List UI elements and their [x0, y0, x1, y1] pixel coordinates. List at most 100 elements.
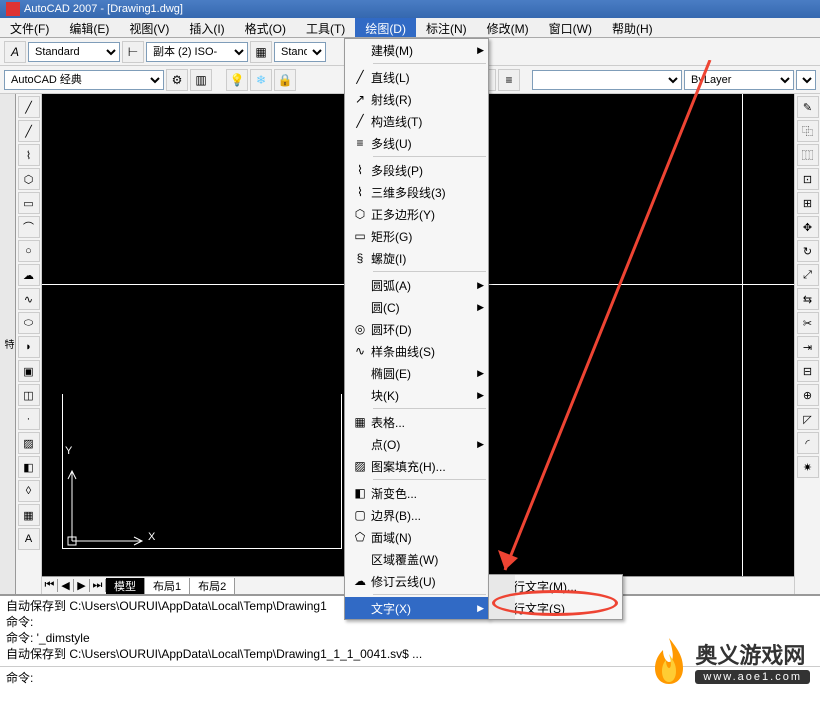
- tablestyle-select[interactable]: Standar: [274, 42, 326, 62]
- offset-tool[interactable]: ⊡: [797, 168, 819, 190]
- menu-help[interactable]: 帮助(H): [602, 18, 663, 37]
- menu-edit[interactable]: 编辑(E): [59, 18, 119, 37]
- menu-item-g[interactable]: ▭矩形(G): [345, 225, 488, 247]
- menu-item-u[interactable]: ☁修订云线(U): [345, 570, 488, 592]
- menu-item-c[interactable]: 圆(C)▶: [345, 296, 488, 318]
- move-tool[interactable]: ✥: [797, 216, 819, 238]
- menu-item-m[interactable]: 建模(M)▶: [345, 39, 488, 61]
- array-tool[interactable]: ⊞: [797, 192, 819, 214]
- layer-color-select[interactable]: [532, 70, 682, 90]
- menu-item-x[interactable]: 文字(X)▶: [345, 597, 488, 619]
- menu-item-h[interactable]: ▨图案填充(H)...: [345, 455, 488, 477]
- textstyle-select[interactable]: Standard: [28, 42, 120, 62]
- copy-tool[interactable]: ⿻: [797, 120, 819, 142]
- menu-tools[interactable]: 工具(T): [296, 18, 355, 37]
- command-prompt: 命令:: [6, 671, 33, 685]
- tab-nav-last[interactable]: ⏭: [90, 579, 106, 592]
- blank-icon: [349, 386, 371, 404]
- submenu-arrow-icon: ▶: [477, 302, 484, 313]
- fillet-tool[interactable]: ◜: [797, 432, 819, 454]
- ellipsearc-tool[interactable]: ◗: [18, 336, 40, 358]
- rectangle-tool[interactable]: ▭: [18, 192, 40, 214]
- tab-nav-prev[interactable]: ◀: [58, 579, 74, 592]
- polygon-tool[interactable]: ⬡: [18, 168, 40, 190]
- menubar: 文件(F) 编辑(E) 视图(V) 插入(I) 格式(O) 工具(T) 绘图(D…: [0, 18, 820, 38]
- menu-item-[interactable]: ▦表格...: [345, 411, 488, 433]
- dimstyle-select[interactable]: 副本 (2) ISO-: [146, 42, 248, 62]
- menu-item-s[interactable]: ∿样条曲线(S): [345, 340, 488, 362]
- break-tool[interactable]: ⊟: [797, 360, 819, 382]
- join-tool[interactable]: ⊕: [797, 384, 819, 406]
- menu-item-i[interactable]: §螺旋(I): [345, 247, 488, 269]
- spline-tool[interactable]: ∿: [18, 288, 40, 310]
- menu-item-[interactable]: ⌇三维多段线(3): [345, 181, 488, 203]
- properties-palette-tab[interactable]: 特: [0, 94, 16, 594]
- tablestyle-button[interactable]: ▦: [250, 41, 272, 63]
- workspace-select[interactable]: AutoCAD 经典: [4, 70, 164, 90]
- hatch-tool[interactable]: ▨: [18, 432, 40, 454]
- dimstyle-button[interactable]: ⊢: [122, 41, 144, 63]
- trim-tool[interactable]: ✂: [797, 312, 819, 334]
- circle-tool[interactable]: ○: [18, 240, 40, 262]
- revcloud-tool[interactable]: ☁: [18, 264, 40, 286]
- mirror-tool[interactable]: ⿲: [797, 144, 819, 166]
- point-tool[interactable]: ·: [18, 408, 40, 430]
- menu-item-[interactable]: ◧渐变色...: [345, 482, 488, 504]
- toolpalette-button[interactable]: ▥: [190, 69, 212, 91]
- menu-draw[interactable]: 绘图(D): [355, 18, 416, 37]
- tab-layout1[interactable]: 布局1: [145, 578, 190, 594]
- explode-tool[interactable]: ✷: [797, 456, 819, 478]
- menu-item-r[interactable]: ↗射线(R): [345, 88, 488, 110]
- menu-item-d[interactable]: ◎圆环(D): [345, 318, 488, 340]
- menu-item-k[interactable]: 块(K)▶: [345, 384, 488, 406]
- menu-view[interactable]: 视图(V): [119, 18, 179, 37]
- menu-item-n[interactable]: ⬠面域(N): [345, 526, 488, 548]
- menu-format[interactable]: 格式(O): [235, 18, 296, 37]
- menu-file[interactable]: 文件(F): [0, 18, 59, 37]
- bylayer-select[interactable]: ByLayer: [684, 70, 794, 90]
- tab-nav-first[interactable]: ⏮: [42, 579, 58, 592]
- menu-modify[interactable]: 修改(M): [477, 18, 539, 37]
- tab-layout2[interactable]: 布局2: [190, 578, 235, 594]
- menu-dim[interactable]: 标注(N): [416, 18, 477, 37]
- textstyle-button[interactable]: A: [4, 41, 26, 63]
- line-tool[interactable]: ╱: [18, 96, 40, 118]
- menu-item-w[interactable]: 区域覆盖(W): [345, 548, 488, 570]
- pline-tool[interactable]: ⌇: [18, 144, 40, 166]
- menu-item-e[interactable]: 椭圆(E)▶: [345, 362, 488, 384]
- layer-freeze-icon[interactable]: ❄: [250, 69, 272, 91]
- tab-nav-next[interactable]: ▶: [74, 579, 90, 592]
- menu-item-u[interactable]: ≡多线(U): [345, 132, 488, 154]
- stretch-tool[interactable]: ⇆: [797, 288, 819, 310]
- table-tool[interactable]: ▦: [18, 504, 40, 526]
- menu-item-o[interactable]: 点(O)▶: [345, 433, 488, 455]
- extend-tool[interactable]: ⇥: [797, 336, 819, 358]
- ellipse-tool[interactable]: ⬭: [18, 312, 40, 334]
- menu-item-t[interactable]: ╱构造线(T): [345, 110, 488, 132]
- layer-lock-icon[interactable]: 🔒: [274, 69, 296, 91]
- region-tool[interactable]: ◊: [18, 480, 40, 502]
- make-block-tool[interactable]: ◫: [18, 384, 40, 406]
- scale-tool[interactable]: ⤢: [797, 264, 819, 286]
- menu-item-a[interactable]: 圆弧(A)▶: [345, 274, 488, 296]
- chamfer-tool[interactable]: ◸: [797, 408, 819, 430]
- menu-item-b[interactable]: ▢边界(B)...: [345, 504, 488, 526]
- menu-item-y[interactable]: ⬡正多边形(Y): [345, 203, 488, 225]
- layer-lightbulb-icon[interactable]: 💡: [226, 69, 248, 91]
- menu-window[interactable]: 窗口(W): [539, 18, 602, 37]
- menu-insert[interactable]: 插入(I): [179, 18, 234, 37]
- workspace-settings-button[interactable]: ⚙: [166, 69, 188, 91]
- menu-item-p[interactable]: ⌇多段线(P): [345, 159, 488, 181]
- lineweight-icon[interactable]: ≡: [498, 69, 520, 91]
- arc-tool[interactable]: ⌒: [18, 216, 40, 238]
- insert-block-tool[interactable]: ▣: [18, 360, 40, 382]
- lineweight-select[interactable]: —: [796, 70, 816, 90]
- flame-icon: [649, 636, 689, 686]
- menu-item-l[interactable]: ╱直线(L): [345, 66, 488, 88]
- rotate-tool[interactable]: ↻: [797, 240, 819, 262]
- tab-model[interactable]: 模型: [106, 578, 145, 594]
- mtext-tool[interactable]: A: [18, 528, 40, 550]
- gradient-tool[interactable]: ◧: [18, 456, 40, 478]
- erase-tool[interactable]: ✎: [797, 96, 819, 118]
- xline-tool[interactable]: ╱: [18, 120, 40, 142]
